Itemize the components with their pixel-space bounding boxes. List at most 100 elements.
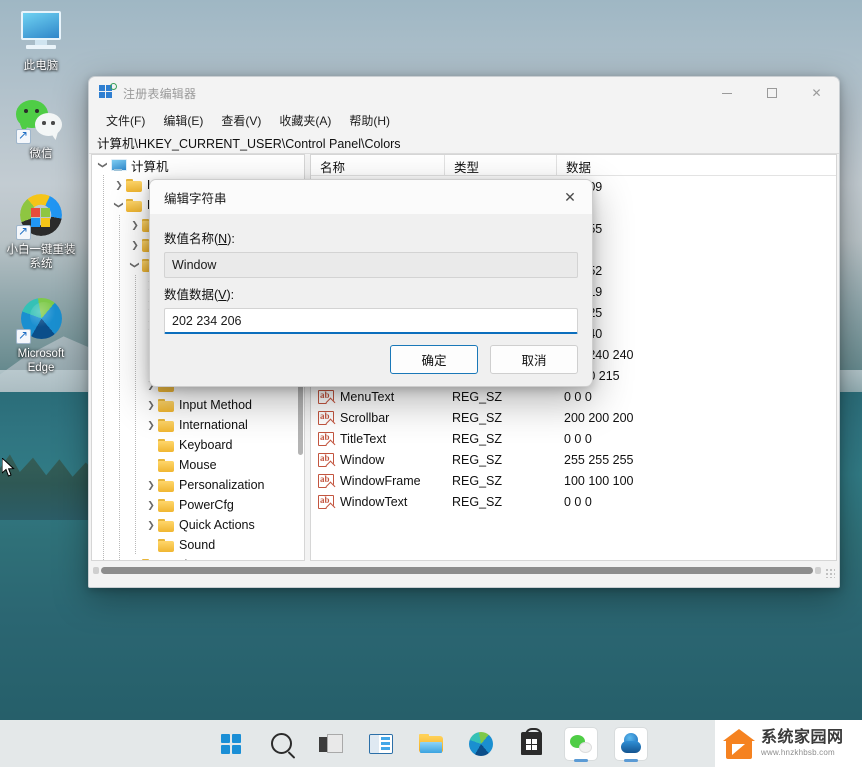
store-icon [520,728,542,755]
minimize-button[interactable] [704,77,749,109]
file-explorer-button[interactable] [411,724,451,764]
chevron-right-icon[interactable]: ❯ [144,515,158,535]
tree-node[interactable]: Mouse [92,455,304,475]
tree-guide-line [135,355,136,375]
menu-file[interactable]: 文件(F) [97,110,154,131]
table-row[interactable]: ab MenuText REG_SZ 0 0 0 [311,386,836,407]
widgets-button[interactable] [361,724,401,764]
value-data-accesskey: V [218,288,227,302]
tree-node[interactable]: ❯ 计算机 [92,155,304,175]
tree-node[interactable]: ❯ Input Method [92,395,304,415]
cancel-button[interactable]: 取消 [490,345,578,374]
wechat-icon [2,96,80,144]
menu-help[interactable]: 帮助(H) [340,110,399,131]
desktop-icon-xiaobai[interactable]: 小白一键重装 系统 [2,192,80,271]
table-row[interactable]: ab WindowText REG_SZ 0 0 0 [311,491,836,512]
menu-bar[interactable]: 文件(F) 编辑(E) 查看(V) 收藏夹(A) 帮助(H) [89,109,839,132]
start-button[interactable] [211,724,251,764]
shortcut-arrow-icon [16,327,31,344]
menu-favorites[interactable]: 收藏夹(A) [270,110,340,131]
tree-node[interactable]: ❯ PowerCfg [92,495,304,515]
tree-vertical-scrollbar[interactable] [298,383,303,455]
window-controls[interactable]: ✕ [704,77,839,109]
folder-icon [419,734,443,753]
shortcut-arrow-icon [16,127,31,144]
cell-type: REG_SZ [452,389,503,404]
chevron-right-icon[interactable]: ❯ [128,235,142,255]
registry-editor-window[interactable]: 注册表编辑器 ✕ 文件(F) 编辑(E) 查看(V) 收藏夹(A) 帮助(H) … [88,76,840,588]
table-row[interactable]: ab WindowFrame REG_SZ 100 100 100 [311,470,836,491]
tree-node[interactable]: ❯ International [92,415,304,435]
tree-guide-line [103,195,104,215]
tree-guide-line [135,475,136,495]
dialog-body: 数值名称(N): Window 数值数据(V): 202 234 206 [150,214,592,334]
microsoft-edge-icon [2,296,80,344]
chevron-right-icon[interactable]: ❯ [112,175,126,195]
edge-button[interactable] [461,724,501,764]
chevron-right-icon[interactable]: ❯ [144,475,158,495]
menu-edit[interactable]: 编辑(E) [154,110,212,131]
dialog-close-button[interactable]: ✕ [548,180,592,214]
cell-name: MenuText [340,389,395,404]
tree-node[interactable]: ❯ Quick Actions [92,515,304,535]
tree-guide-line [103,175,104,195]
search-button[interactable] [261,724,301,764]
column-header-name[interactable]: 名称 [311,155,445,175]
site-watermark: 系统家园网 www.hnzkhbsb.com [715,720,862,767]
watermark-site-name: 系统家园网 [761,729,844,746]
table-row[interactable]: ab Window REG_SZ 255 255 255 [311,449,836,470]
table-row[interactable]: ab TitleText REG_SZ 0 0 0 [311,428,836,449]
tree-guide-line [135,415,136,435]
table-row[interactable]: ab Scrollbar REG_SZ 200 200 200 [311,407,836,428]
chevron-right-icon[interactable]: ❯ [144,415,158,435]
computer-icon [110,158,127,172]
ok-button[interactable]: 确定 [390,345,478,374]
desktop-icon-edge[interactable]: Microsoft Edge [2,296,80,375]
tree-guide-line [103,355,104,375]
desktop-icon-wechat[interactable]: 微信 [2,96,80,161]
dialog-titlebar[interactable]: 编辑字符串 ✕ [150,180,592,214]
window-titlebar[interactable]: 注册表编辑器 ✕ [89,77,839,109]
list-column-headers[interactable]: 名称 类型 数据 [311,155,836,176]
desktop-icon-this-pc[interactable]: 此电脑 [2,8,80,73]
value-data-input[interactable]: 202 234 206 [164,308,578,334]
tree-guide-line [135,295,136,315]
this-pc-icon [2,8,80,56]
cell-data: 0 0 0 [564,389,592,404]
chevron-right-icon[interactable]: ❯ [144,495,158,515]
string-value-icon: ab [318,452,334,467]
value-data-label: 数值数据(V): [164,284,578,303]
chevron-right-icon[interactable]: ❯ [128,215,142,235]
column-header-data[interactable]: 数据 [557,155,836,175]
folder-icon [158,398,174,412]
tree-guide-line [119,315,120,335]
status-strip [89,561,839,581]
resize-grip[interactable] [825,568,835,578]
chevron-right-icon[interactable]: ❯ [144,395,158,415]
tree-node[interactable]: ❯ Personalization [92,475,304,495]
edit-string-dialog[interactable]: 编辑字符串 ✕ 数值名称(N): Window 数值数据(V): 202 234… [149,179,593,387]
wechat-button[interactable] [561,724,601,764]
task-view-button[interactable] [311,724,351,764]
column-header-type[interactable]: 类型 [445,155,557,175]
hscroll-right-arrow[interactable] [815,567,821,574]
tree-guide-line [119,435,120,455]
close-button[interactable]: ✕ [794,77,839,109]
folder-icon [158,538,174,552]
tree-node[interactable]: Sound [92,535,304,555]
value-data-text: 202 234 206 [172,313,242,328]
hscroll-left-arrow[interactable] [93,567,99,574]
tree-node[interactable]: Keyboard [92,435,304,455]
xiaobai-reinstall-icon [2,192,80,240]
address-bar[interactable]: 计算机\HKEY_CURRENT_USER\Control Panel\Colo… [89,132,839,154]
tree-node-label: PowerCfg [179,498,234,512]
qq-button[interactable] [611,724,651,764]
list-horizontal-scrollbar[interactable] [101,567,813,574]
string-value-icon: ab [318,473,334,488]
value-name-input[interactable]: Window [164,252,578,278]
cell-name: Window [340,452,385,467]
microsoft-store-button[interactable] [511,724,551,764]
maximize-button[interactable] [749,77,794,109]
menu-view[interactable]: 查看(V) [212,110,270,131]
